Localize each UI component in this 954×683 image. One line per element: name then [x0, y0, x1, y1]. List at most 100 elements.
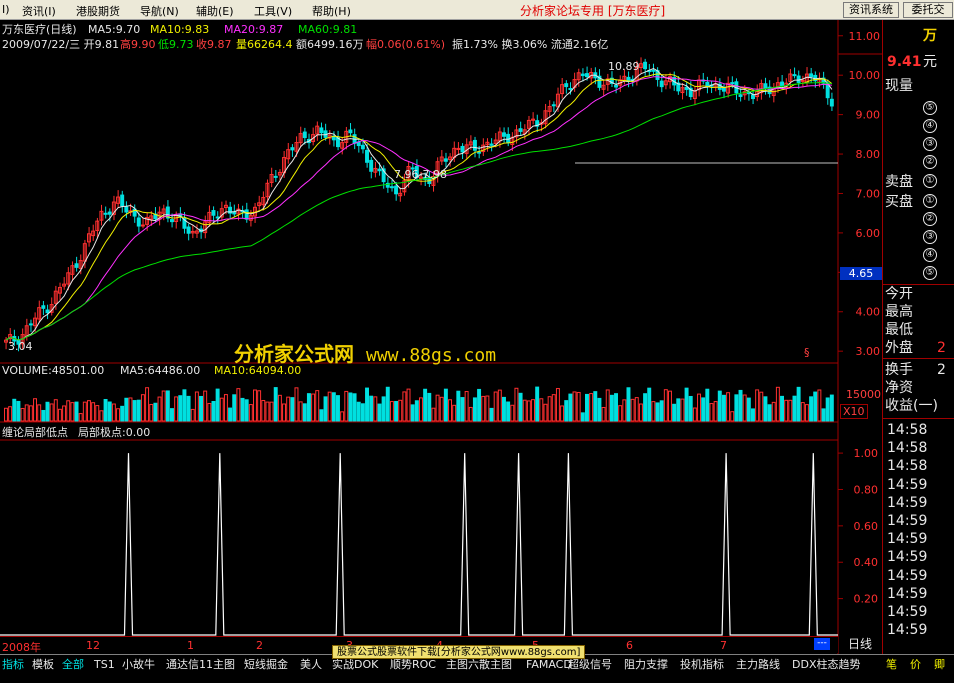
trade-button[interactable]: 委托交 [903, 2, 953, 18]
indicator-axis-label: 0.60 [854, 520, 879, 533]
volume-bar [742, 394, 747, 422]
volume-bar [771, 401, 776, 422]
volume-bar [182, 389, 187, 422]
watermark: 分析家公式网 www.88gs.com [234, 338, 496, 367]
tab-template[interactable]: 模板 [32, 657, 54, 673]
volume-bar [62, 405, 67, 422]
volume-bar [261, 399, 266, 422]
volume-bar [692, 407, 697, 422]
candle-down [460, 145, 465, 153]
menu-item-news[interactable]: 资讯(I) [22, 3, 56, 19]
sell-level-5: ⑤ [923, 101, 937, 115]
candle-down [643, 61, 648, 70]
outer-value: 2 [937, 340, 946, 356]
volume-bar [647, 387, 652, 422]
stat-low: 最低 [885, 322, 913, 338]
volume-bar [78, 413, 83, 422]
volume-bar [145, 387, 150, 422]
watermark-cn: 分析家公式网 [234, 342, 354, 366]
info-system-button[interactable]: 资讯系统 [843, 2, 899, 18]
chart-area[interactable]: 11.0010.009.008.007.006.005.004.003.00 1… [0, 20, 954, 655]
volume-bar [514, 387, 519, 422]
indicator-value-label: 局部极点:0.00 [78, 426, 151, 439]
tab-pen[interactable]: 笔 [886, 657, 897, 673]
indicator-panel-label: 缠论局部低点 [2, 426, 68, 439]
volume-bar [452, 404, 457, 422]
volume-bar [626, 387, 631, 422]
stock-short-name: 万 [923, 28, 937, 44]
volume-bar [489, 407, 494, 422]
tick-time: 14:59 [887, 494, 928, 511]
indicator-axis-label: 0.40 [854, 556, 879, 569]
volume-bar [389, 401, 394, 422]
volume-bar [323, 396, 328, 422]
volume-bar [539, 398, 544, 422]
tab-ddx[interactable]: DDX柱态趋势 [792, 657, 860, 673]
tab-short-gold[interactable]: 短线掘金 [244, 657, 288, 673]
volume-bar [253, 389, 257, 422]
volume-bar [535, 386, 540, 422]
tab-dok[interactable]: 实战DOK [332, 657, 378, 673]
sell-level-2: ② [923, 155, 937, 169]
tab-resistance[interactable]: 阻力支撑 [624, 657, 668, 673]
volume-bar [207, 402, 212, 422]
tab-main-route[interactable]: 主力路线 [736, 657, 780, 673]
stat-turnover: 换手 [885, 362, 913, 378]
tab-indicator[interactable]: 指标 [2, 657, 24, 673]
volume-bar [49, 403, 54, 422]
volume-bar [419, 397, 423, 422]
volume-bar [580, 412, 585, 422]
volume-bar [269, 401, 274, 422]
tab-super-signal[interactable]: 超级信号 [568, 657, 612, 673]
tab-small-bull[interactable]: 小故牛 [122, 657, 155, 673]
tab-price[interactable]: 价 [910, 657, 921, 673]
volume-bar [128, 397, 133, 422]
tab-ts1[interactable]: TS1 [94, 657, 115, 673]
current-price: 9.41 [887, 54, 922, 70]
ma20-line [5, 76, 832, 341]
buy-level-3: ③ [923, 230, 937, 244]
tab-speculation[interactable]: 投机指标 [680, 657, 724, 673]
change-label: 幅0.06(0.61%) [366, 38, 446, 51]
stat-outer: 外盘 [885, 340, 913, 356]
tab-all[interactable]: 全部 [62, 657, 84, 673]
volume-bar [821, 408, 826, 422]
tab-famacd[interactable]: FAMACD [526, 657, 572, 673]
volume-bar [564, 400, 569, 422]
volume-bar [232, 394, 237, 422]
volume-panel-label: VOLUME:48501.00 [2, 364, 105, 377]
volume-bar [589, 393, 594, 422]
tab-extra[interactable]: 卿 [934, 657, 945, 673]
menu-item-hk-futures[interactable]: 港股期货 [76, 3, 120, 19]
menu-item-help[interactable]: 帮助(H) [312, 3, 351, 19]
menu-item-assist[interactable]: 辅助(E) [196, 3, 234, 19]
menu-item-partial[interactable]: I) [2, 3, 10, 16]
tab-beauty[interactable]: 美人 [300, 657, 322, 673]
volume-bar [153, 402, 158, 422]
download-banner[interactable]: 股票公式股票软件下载[分析家公式网www.88gs.com] [332, 645, 586, 659]
volume-bar [402, 391, 407, 422]
volume-bar [33, 398, 37, 422]
volume-bar [464, 391, 469, 422]
volume-bar [493, 391, 498, 422]
volume-bar [24, 404, 29, 422]
tab-tdx-main[interactable]: 通达信11主图 [166, 657, 235, 673]
menu-item-navigate[interactable]: 导航(N) [140, 3, 179, 19]
volume-bar [302, 403, 307, 422]
volume-bar [373, 396, 378, 422]
period-marker[interactable]: --- [814, 638, 830, 650]
period-label[interactable]: 日线 [838, 636, 882, 653]
candle-down [721, 87, 726, 92]
volume-bar [734, 394, 739, 422]
volume-bar [676, 398, 681, 422]
menu-item-tools[interactable]: 工具(V) [254, 3, 292, 19]
volume-bar [784, 399, 789, 422]
now-volume-label: 现量 [885, 78, 913, 94]
candle-down [170, 219, 174, 223]
candle-down [472, 139, 477, 151]
volume-bar [609, 394, 614, 422]
ma60-label: MA60:9.81 [298, 23, 358, 36]
watermark-url: www.88gs.com [366, 345, 497, 366]
tab-roc[interactable]: 顺势ROC [390, 657, 436, 673]
tab-six-main[interactable]: 主图六散主图 [446, 657, 512, 673]
